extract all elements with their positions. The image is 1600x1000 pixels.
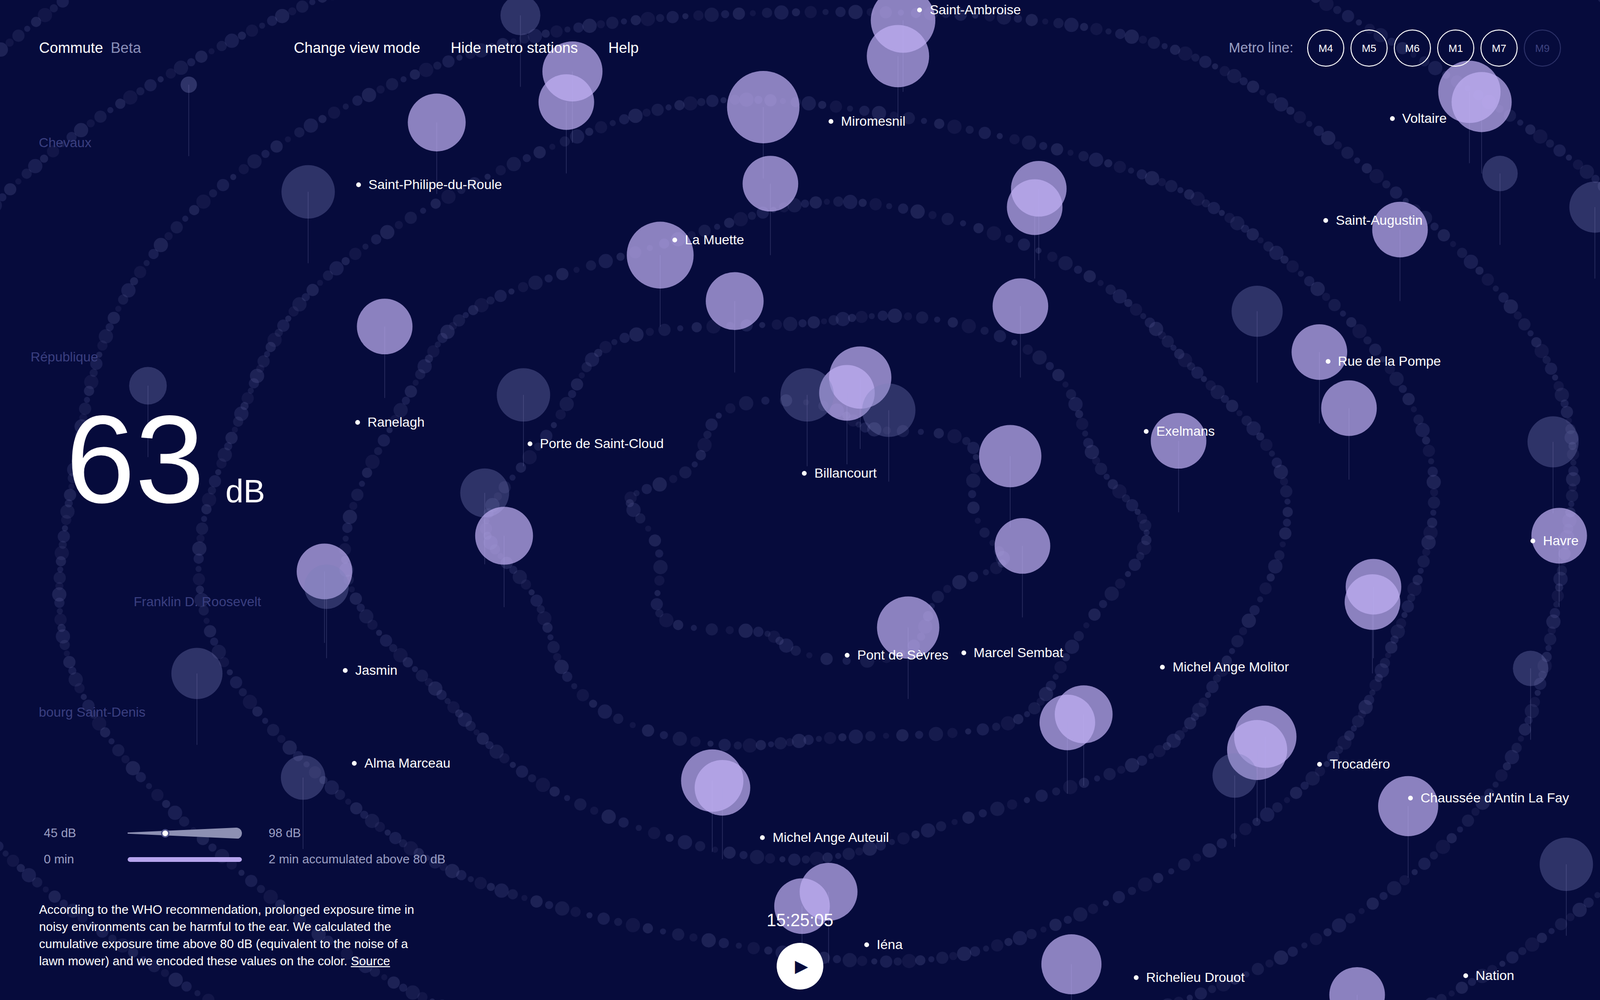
station-dot (1323, 218, 1329, 223)
noise-scale: 45 dB98 dB (43, 823, 547, 843)
station-label[interactable]: Saint-Augustin (1323, 210, 1423, 231)
station-dot (356, 182, 361, 188)
station-dot (1530, 538, 1536, 544)
station-dot (1408, 795, 1413, 801)
metro-line-button[interactable]: M6 (1393, 29, 1431, 67)
source-link[interactable]: Source (350, 953, 390, 969)
noise-slider[interactable] (127, 826, 242, 840)
station-dot (1160, 664, 1165, 670)
station-label[interactable]: République (30, 347, 99, 368)
noise-reading: 63dB (65, 397, 266, 522)
station-dot (1143, 429, 1149, 434)
station-label[interactable]: bourg Saint-Denis (38, 702, 146, 723)
station-dot (917, 7, 922, 13)
station-dot (801, 470, 807, 476)
play-button[interactable]: ▶ (776, 942, 824, 990)
station-label[interactable]: Exelmans (1143, 421, 1215, 442)
station-label[interactable]: Rue de la Pompe (1325, 351, 1441, 372)
station-label[interactable]: Chaussée d'Antin La Fay (1408, 788, 1570, 809)
station-label[interactable]: Iéna (864, 934, 903, 955)
nav-item[interactable]: Help (608, 37, 639, 60)
station-label[interactable]: Franklin D. Roosevelt (133, 591, 262, 612)
station-label[interactable]: Nation (1463, 965, 1515, 986)
station-label[interactable]: Voltaire (1390, 108, 1447, 129)
station-label[interactable]: Miromesnil (828, 111, 906, 132)
metro-line-button[interactable]: M4 (1307, 29, 1345, 67)
nav-item[interactable]: Hide metro stations (450, 37, 578, 60)
who-note: According to the WHO recommendation, pro… (39, 900, 416, 970)
slider-handle[interactable] (160, 829, 170, 838)
player: 15:25:05 ▶ (546, 907, 1054, 1000)
station-dot (355, 420, 360, 425)
overlay: CommuteBetaChange view mode Hide metro st… (0, 0, 1600, 1000)
time: 15:25:05 (766, 907, 834, 934)
station-label[interactable]: Michel Ange Molitor (1160, 657, 1289, 678)
station-dot (1317, 761, 1322, 767)
station-dot (342, 668, 348, 673)
nav-item[interactable]: Change view mode (293, 37, 420, 60)
station-dot (672, 237, 678, 243)
station-label[interactable]: Saint-Ambroise (917, 0, 1021, 20)
exposure-bar: 0 min2 min accumulated above 80 dB (43, 850, 547, 869)
station-dot (864, 942, 870, 948)
metro-line-filter: Metro line:M4M5M6M1M7M9 (1229, 29, 1561, 67)
metro-line-button[interactable]: M1 (1437, 29, 1475, 67)
station-dot (961, 650, 967, 656)
station-label[interactable]: Billancourt (801, 463, 877, 484)
station-label[interactable]: Pont de Sèvres (844, 645, 949, 666)
station-label[interactable]: Alma Marceau (351, 753, 451, 774)
station-dot (1390, 116, 1395, 121)
station-label[interactable]: Ranelagh (355, 412, 425, 433)
metro-line-button[interactable]: M7 (1480, 29, 1518, 67)
station-label[interactable]: Trocadéro (1317, 754, 1390, 775)
station-dot (828, 119, 834, 124)
station-label[interactable]: Porte de Saint-Cloud (527, 433, 664, 454)
top-bar: CommuteBetaChange view mode Hide metro st… (0, 0, 1600, 67)
station-label[interactable]: La Muette (672, 230, 745, 250)
station-dot (351, 760, 357, 766)
station-label[interactable]: Richelieu Drouot (1133, 967, 1245, 988)
app-title[interactable]: CommuteBeta (39, 37, 294, 60)
metro-line-button[interactable]: M9 (1523, 29, 1561, 67)
station-label[interactable]: Chevaux (38, 132, 92, 153)
station-dot (1325, 359, 1331, 364)
station-label[interactable]: Michel Ange Auteuil (760, 827, 889, 848)
station-label[interactable]: Jasmin (342, 660, 398, 681)
station-label[interactable]: Havre (1530, 530, 1579, 551)
station-dot (760, 835, 765, 840)
station-dot (1133, 975, 1139, 980)
noise-chart (0, 0, 1600, 1000)
station-dot (527, 441, 533, 447)
station-label[interactable]: Marcel Sembat (961, 642, 1064, 663)
app: Saint-Ambroise Miromesnil Voltaire Saint-Ph… (0, 0, 1600, 1000)
metro-line-button[interactable]: M5 (1350, 29, 1388, 67)
nav: Change view mode Hide metro stations Help (293, 37, 639, 60)
station-dot (1463, 973, 1469, 979)
station-label[interactable]: Saint-Philipe-du-Roule (356, 174, 502, 195)
station-dot (844, 652, 850, 658)
